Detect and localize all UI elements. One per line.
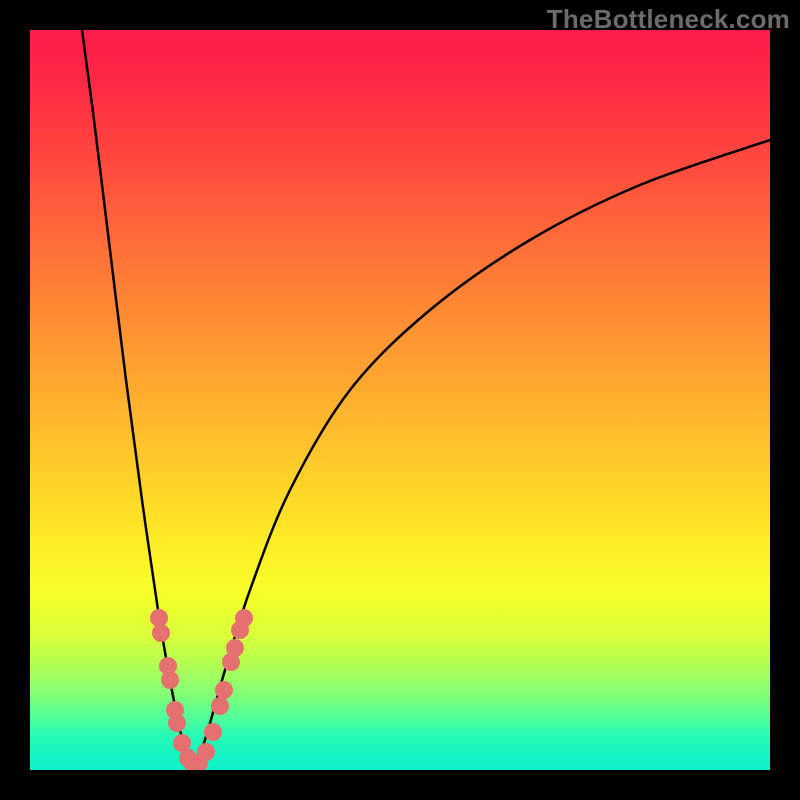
scatter-dot bbox=[215, 681, 233, 699]
scatter-dot bbox=[168, 714, 186, 732]
curve-layer bbox=[30, 30, 770, 770]
curve-paths bbox=[82, 30, 770, 770]
scatter-dot bbox=[211, 697, 229, 715]
curve-right-branch bbox=[195, 140, 770, 770]
scatter-dot bbox=[197, 743, 215, 761]
scatter-dot bbox=[152, 624, 170, 642]
scatter-dot bbox=[161, 671, 179, 689]
plot-area bbox=[30, 30, 770, 770]
scatter-dot bbox=[235, 609, 253, 627]
scatter-dot bbox=[226, 639, 244, 657]
chart-frame: TheBottleneck.com bbox=[0, 0, 800, 800]
scatter-points bbox=[150, 609, 253, 770]
watermark-text: TheBottleneck.com bbox=[547, 4, 790, 35]
scatter-dot bbox=[204, 723, 222, 741]
curve-left-branch bbox=[82, 30, 195, 770]
